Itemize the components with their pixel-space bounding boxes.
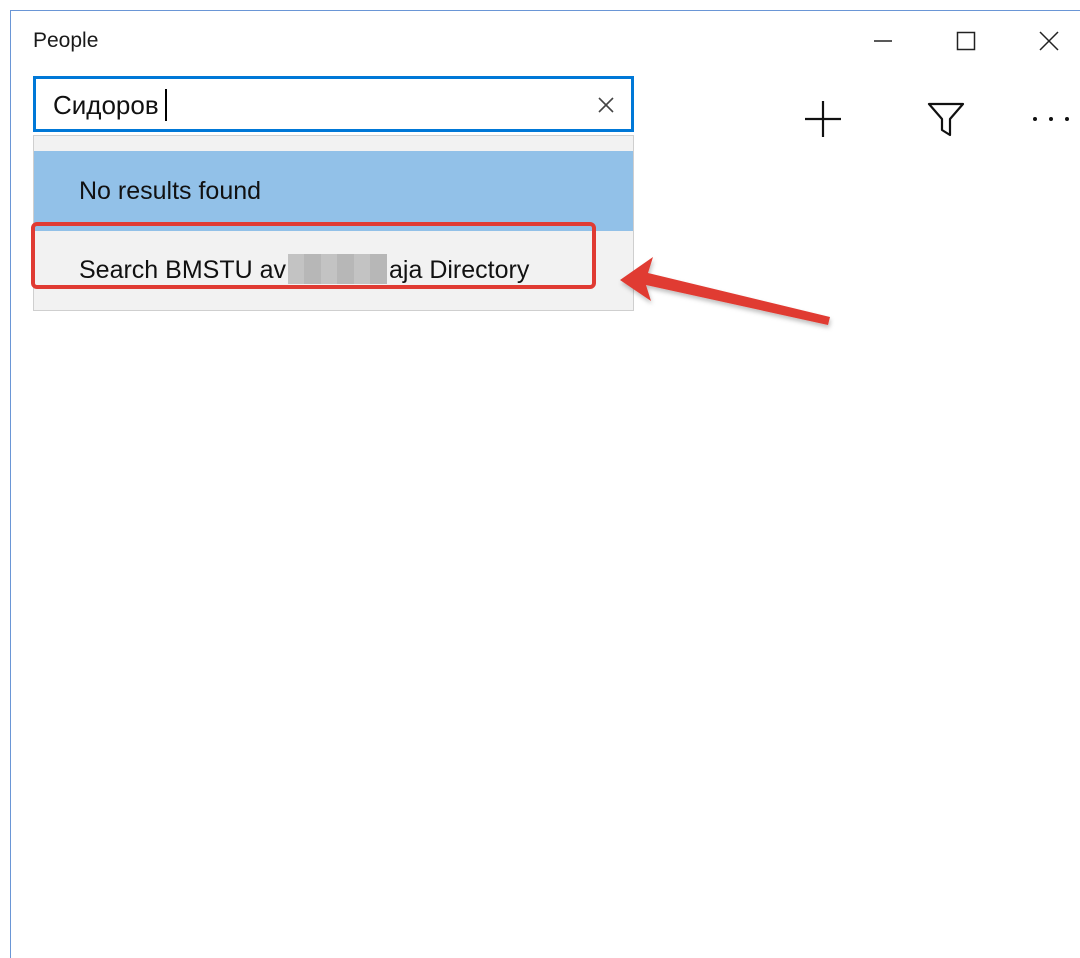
close-icon <box>1039 31 1059 51</box>
search-directory-label: Search BMSTU av aja Directory <box>79 254 530 286</box>
more-options-button[interactable] <box>1021 89 1080 149</box>
search-input[interactable] <box>53 89 583 121</box>
search-directory-suffix: aja Directory <box>389 255 530 284</box>
filter-icon <box>927 102 965 137</box>
minimize-icon <box>874 40 892 42</box>
more-icon <box>1033 117 1069 121</box>
plus-icon <box>805 101 841 137</box>
search-box <box>33 76 634 132</box>
minimize-button[interactable] <box>855 21 911 61</box>
clear-search-button[interactable] <box>593 92 619 118</box>
search-directory-item[interactable]: Search BMSTU av aja Directory <box>34 231 633 311</box>
maximize-icon <box>956 31 976 51</box>
close-window-button[interactable] <box>1021 21 1077 61</box>
text-caret <box>165 89 167 121</box>
no-results-label: No results found <box>79 176 262 205</box>
filter-button[interactable] <box>916 89 976 149</box>
search-directory-prefix: Search BMSTU av <box>79 255 287 284</box>
redacted-text <box>288 254 388 285</box>
add-contact-button[interactable] <box>793 89 853 149</box>
window-title: People <box>33 29 99 52</box>
people-window: People Сидоров No results found Search B… <box>10 10 1080 958</box>
close-icon <box>598 97 614 113</box>
search-suggestions: No results found Search BMSTU av aja Dire… <box>33 135 634 311</box>
maximize-button[interactable] <box>938 21 994 61</box>
no-results-item[interactable]: No results found <box>34 151 633 231</box>
